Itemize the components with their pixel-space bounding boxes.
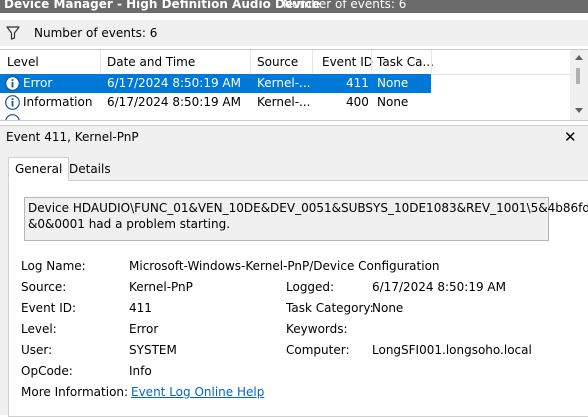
logged-value: 6/17/2024 8:50:19 AM bbox=[372, 280, 506, 294]
event-id: 400 bbox=[346, 95, 369, 109]
event-row[interactable]: Information 6/17/2024 8:50:19 AM Kernel-… bbox=[0, 93, 431, 112]
event-message-line: Device HDAUDIO\FUNC_01&VEN_10DE&DEV_0051… bbox=[28, 201, 588, 215]
event-message-line: &0&0001 had a problem starting. bbox=[28, 217, 231, 231]
info-icon bbox=[5, 95, 20, 110]
title-event-count: Number of events: 6 bbox=[283, 0, 407, 11]
level-value: Error bbox=[129, 322, 159, 336]
event-level: Information bbox=[23, 95, 93, 109]
event-log-online-help-link[interactable]: Event Log Online Help bbox=[131, 385, 264, 399]
general-tab-panel: Device HDAUDIO\FUNC_01&VEN_10DE&DEV_0051… bbox=[8, 180, 588, 417]
log-name-value: Microsoft-Windows-Kernel-PnP/Device Conf… bbox=[129, 259, 440, 273]
event-level: Error bbox=[23, 76, 53, 90]
filter-bar: Number of events: 6 bbox=[0, 20, 588, 46]
source-value: Kernel-PnP bbox=[129, 280, 193, 294]
event-row[interactable]: Error 6/17/2024 8:50:19 AM Kernel-... 41… bbox=[0, 74, 431, 93]
logged-label: Logged: bbox=[286, 280, 335, 294]
opcode-value: Info bbox=[129, 364, 152, 378]
event-id-value: 411 bbox=[129, 301, 152, 315]
keywords-label: Keywords: bbox=[286, 322, 348, 336]
column-header-source[interactable]: Source bbox=[257, 55, 298, 69]
source-label: Source: bbox=[21, 280, 67, 294]
event-count-label: Number of events: 6 bbox=[34, 26, 158, 40]
user-label: User: bbox=[21, 343, 53, 357]
event-source: Kernel-... bbox=[257, 95, 311, 109]
event-id-label: Event ID: bbox=[21, 301, 77, 315]
event-list-header: Level Date and Time Source Event ID Task… bbox=[0, 50, 570, 75]
event-id: 411 bbox=[346, 76, 369, 90]
event-list[interactable]: Level Date and Time Source Event ID Task… bbox=[0, 49, 588, 121]
scroll-down-arrow-icon[interactable] bbox=[575, 108, 583, 113]
event-row-partial[interactable] bbox=[0, 112, 431, 120]
tab-details[interactable]: Details bbox=[63, 159, 117, 179]
filter-icon[interactable] bbox=[6, 26, 20, 40]
event-list-scrollbar[interactable] bbox=[570, 50, 588, 120]
computer-label: Computer: bbox=[286, 343, 350, 357]
column-header-date-time[interactable]: Date and Time bbox=[107, 55, 195, 69]
window-title-bar: Device Manager - High Definition Audio D… bbox=[0, 0, 588, 13]
event-message-box[interactable]: Device HDAUDIO\FUNC_01&VEN_10DE&DEV_0051… bbox=[24, 197, 588, 241]
event-details-pane: General Details Device HDAUDIO\FUNC_01&V… bbox=[0, 150, 588, 417]
scroll-up-arrow-icon[interactable] bbox=[575, 55, 583, 60]
column-header-event-id[interactable]: Event ID bbox=[322, 55, 373, 69]
event-task-category: None bbox=[377, 76, 409, 90]
info-icon bbox=[5, 114, 20, 120]
window-title: Device Manager - High Definition Audio D… bbox=[4, 0, 321, 11]
level-label: Level: bbox=[21, 322, 57, 336]
event-datetime: 6/17/2024 8:50:19 AM bbox=[107, 76, 241, 90]
task-category-label: Task Category: bbox=[286, 301, 374, 315]
column-header-task-category[interactable]: Task Ca... bbox=[377, 55, 434, 69]
task-category-value: None bbox=[372, 301, 404, 315]
event-task-category: None bbox=[377, 95, 409, 109]
event-datetime: 6/17/2024 8:50:19 AM bbox=[107, 95, 241, 109]
scroll-thumb[interactable] bbox=[576, 68, 580, 84]
error-icon bbox=[5, 76, 20, 91]
computer-value: LongSFI001.longsoho.local bbox=[372, 343, 532, 357]
event-source: Kernel-... bbox=[257, 76, 311, 90]
opcode-label: OpCode: bbox=[21, 364, 73, 378]
event-details-header: Event 411, Kernel-PnP ✕ bbox=[0, 125, 588, 150]
column-header-level[interactable]: Level bbox=[7, 55, 39, 69]
close-icon[interactable]: ✕ bbox=[564, 128, 577, 146]
event-details-title: Event 411, Kernel-PnP bbox=[6, 130, 139, 144]
log-name-label: Log Name: bbox=[21, 259, 86, 273]
more-information-label: More Information: bbox=[21, 385, 129, 399]
user-value: SYSTEM bbox=[129, 343, 177, 357]
tab-general[interactable]: General bbox=[8, 157, 70, 181]
